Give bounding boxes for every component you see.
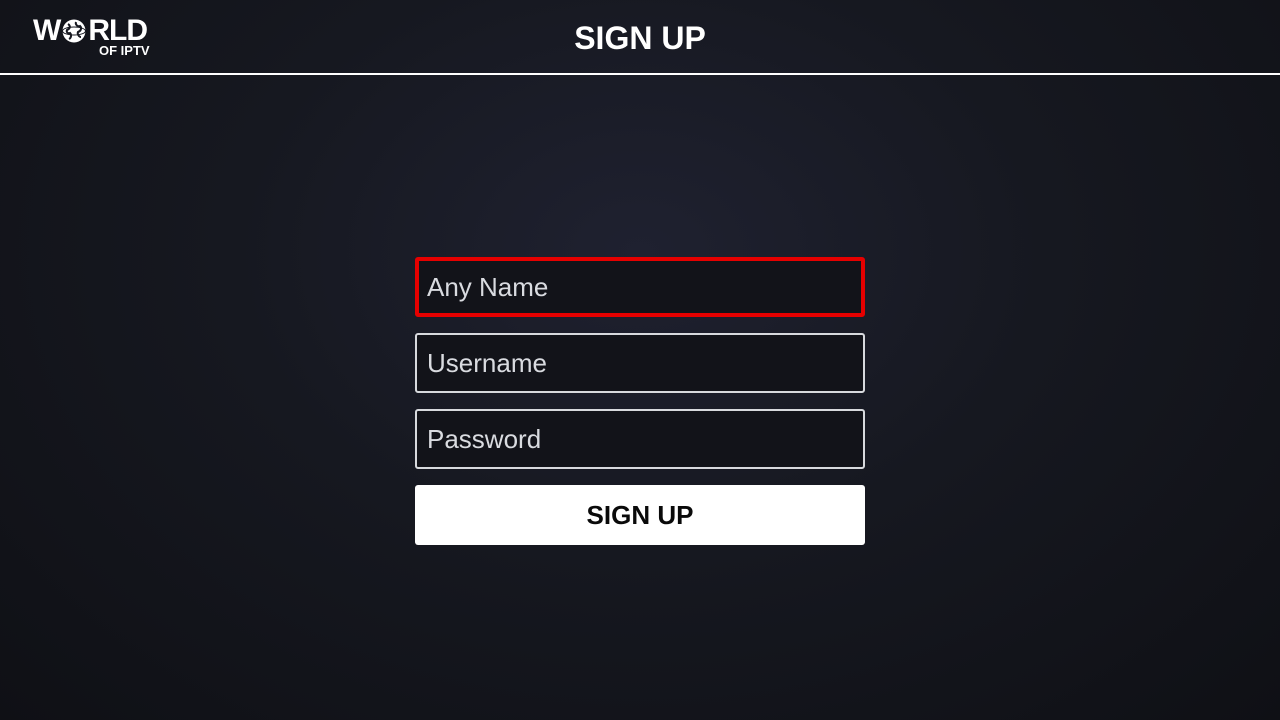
username-input[interactable]	[415, 333, 865, 393]
any-name-input[interactable]	[415, 257, 865, 317]
password-input[interactable]	[415, 409, 865, 469]
page-title: SIGN UP	[574, 20, 706, 56]
header-bar: W RLD OF IPTV SIGN UP	[0, 0, 1280, 75]
signup-form: SIGN UP	[415, 257, 865, 545]
sign-up-button[interactable]: SIGN UP	[415, 485, 865, 545]
